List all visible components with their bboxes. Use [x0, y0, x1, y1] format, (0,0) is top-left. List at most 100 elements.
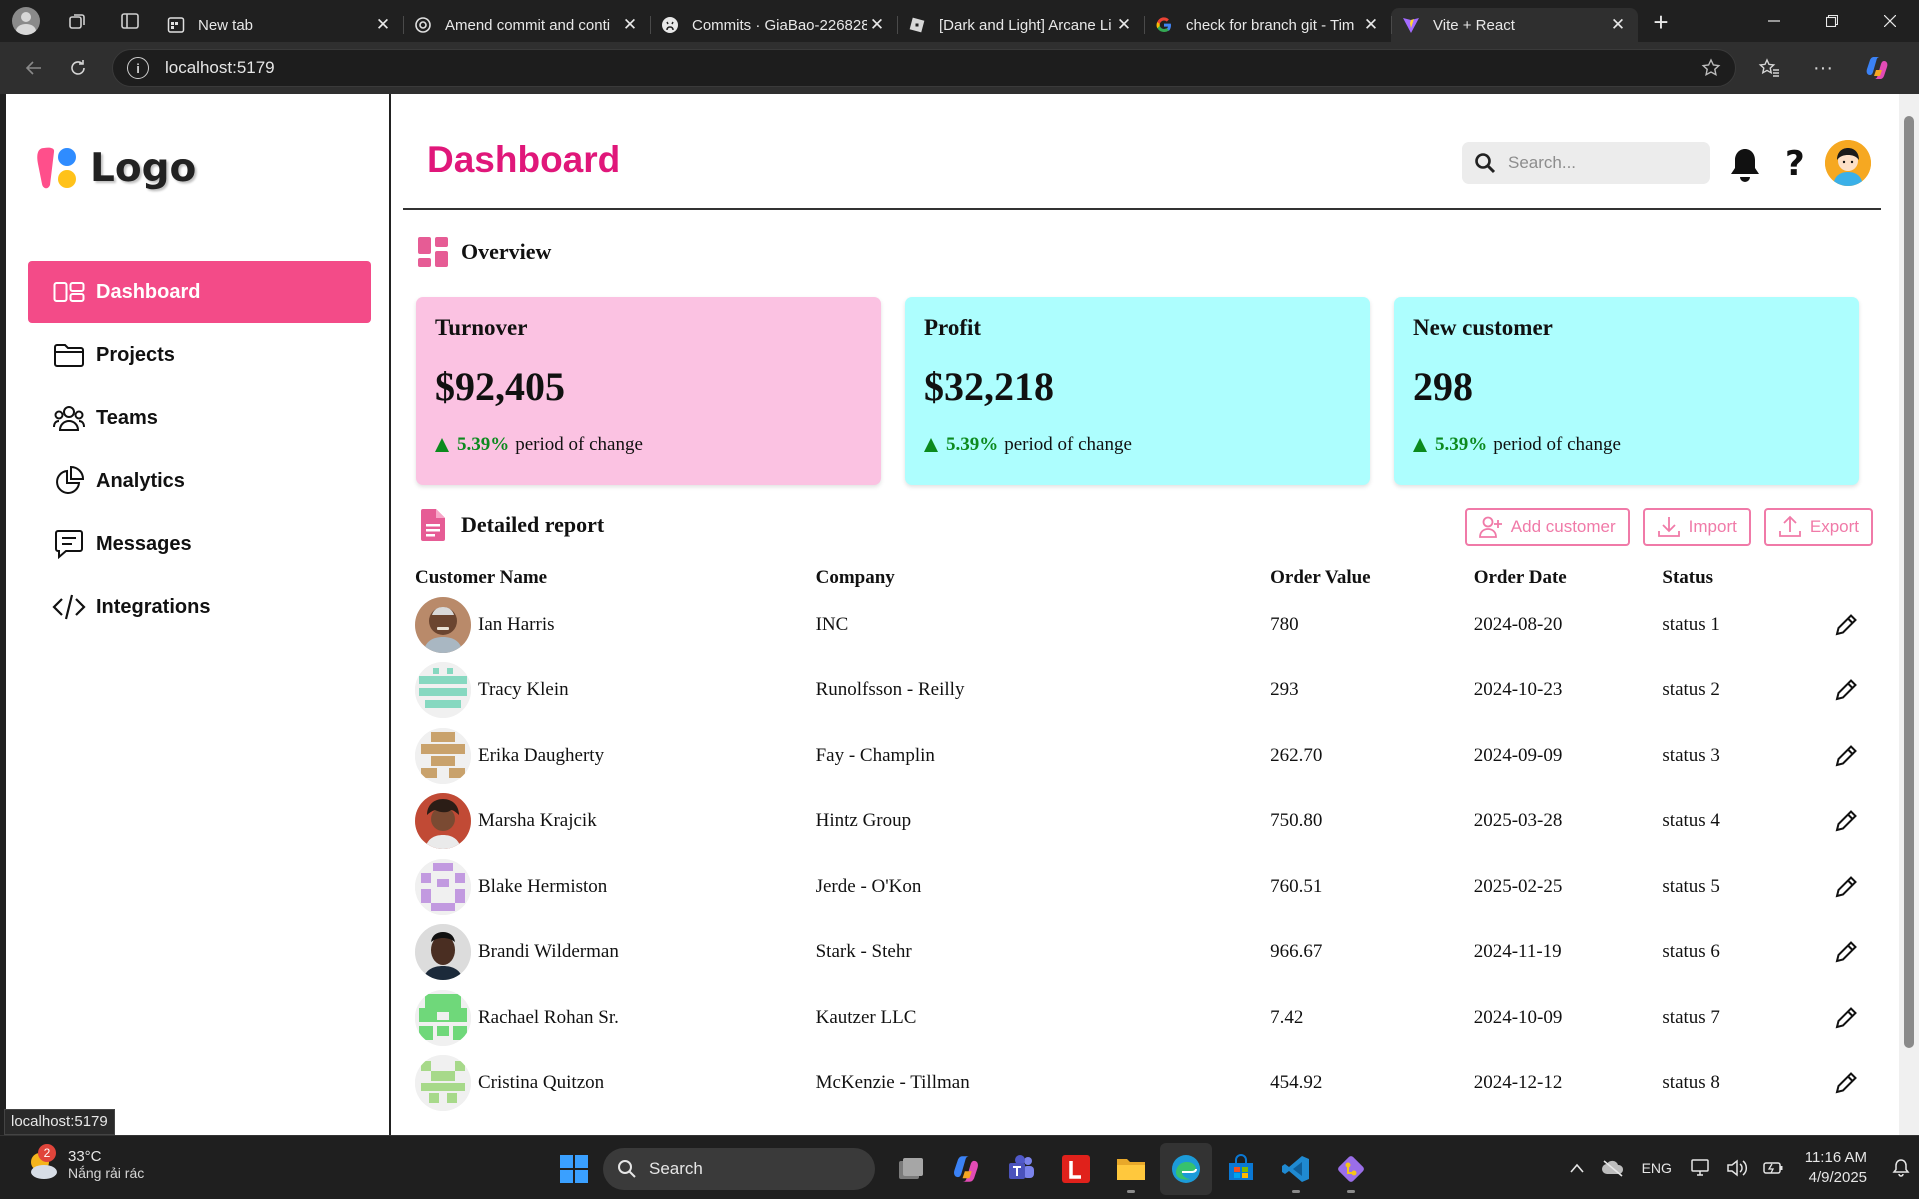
notification-center-button[interactable]	[1885, 1158, 1917, 1178]
search-box[interactable]	[1462, 142, 1710, 184]
close-tab-icon[interactable]: ✕	[620, 15, 640, 35]
lingo-app[interactable]	[1050, 1143, 1102, 1195]
customer-name: Tracy Klein	[478, 679, 569, 701]
sidebar-item-teams[interactable]: Teams	[28, 387, 371, 449]
edit-button[interactable]	[1802, 677, 1891, 703]
clock-date: 4/9/2025	[1808, 1169, 1867, 1186]
order-value-cell: 750.80	[1270, 810, 1323, 832]
windows-taskbar: 2 33°C Nắng rải rác Search ENG 11:16 AM …	[0, 1135, 1919, 1199]
browser-tab[interactable]: check for branch git - Tim ✕	[1144, 8, 1391, 42]
browser-tab[interactable]: Commits · GiaBao-226828 ✕	[650, 8, 897, 42]
user-avatar[interactable]	[1825, 140, 1871, 186]
taskbar-search[interactable]: Search	[603, 1148, 875, 1190]
edge-app[interactable]	[1160, 1143, 1212, 1195]
onedrive-icon[interactable]	[1597, 1159, 1629, 1177]
copilot-icon	[954, 1156, 978, 1182]
edit-button[interactable]	[1802, 1005, 1891, 1031]
close-tab-icon[interactable]: ✕	[373, 15, 393, 35]
export-button[interactable]: Export	[1763, 508, 1873, 546]
browser-profile-button[interactable]	[0, 0, 52, 42]
table-row: Marsha Krajcik Hintz Group 750.80 2025-0…	[415, 789, 1891, 855]
more-options-button[interactable]: ···	[1796, 48, 1850, 88]
store-app[interactable]	[1215, 1143, 1267, 1195]
copilot-app[interactable]	[940, 1143, 992, 1195]
vertical-tabs-button[interactable]	[104, 0, 156, 42]
edit-button[interactable]	[1802, 1070, 1891, 1096]
pencil-icon	[1835, 810, 1858, 832]
task-view-button[interactable]	[885, 1143, 937, 1195]
close-tab-icon[interactable]: ✕	[867, 15, 887, 35]
vscode-app[interactable]	[1270, 1143, 1322, 1195]
close-tab-icon[interactable]: ✕	[1361, 15, 1381, 35]
volume-icon[interactable]	[1721, 1158, 1753, 1178]
sidebar-item-projects[interactable]: Projects	[28, 324, 371, 386]
edit-button[interactable]	[1802, 612, 1891, 638]
new-tab-button[interactable]: +	[1638, 5, 1684, 39]
close-tab-icon[interactable]: ✕	[1608, 15, 1628, 35]
help-icon[interactable]: ?	[1785, 144, 1805, 184]
column-header[interactable]: Customer Name	[415, 564, 816, 592]
sidebar-item-messages[interactable]: Messages	[28, 513, 371, 575]
edit-button[interactable]	[1802, 939, 1891, 965]
taskbar-apps: Search	[548, 1143, 1380, 1195]
column-header[interactable]: Order Value	[1270, 564, 1474, 592]
clock[interactable]: 11:16 AM 4/9/2025	[1805, 1148, 1867, 1188]
network-icon[interactable]	[1685, 1158, 1717, 1178]
close-tab-icon[interactable]: ✕	[1114, 15, 1134, 35]
browser-tab[interactable]: [Dark and Light] Arcane Li ✕	[897, 8, 1144, 42]
close-window-button[interactable]	[1861, 0, 1919, 42]
start-button[interactable]	[548, 1143, 600, 1195]
column-header[interactable]: Company	[816, 564, 1271, 592]
company-cell: Runolfsson - Reilly	[815, 679, 965, 701]
url-bar[interactable]: i localhost:5179	[112, 49, 1736, 87]
close-icon	[1884, 15, 1896, 27]
customer-avatar	[415, 727, 471, 784]
site-info-icon[interactable]: i	[127, 57, 149, 79]
column-header[interactable]: Status	[1662, 564, 1801, 592]
import-button[interactable]: Import	[1642, 508, 1751, 546]
sidebar-item-label: Integrations	[96, 595, 211, 618]
status-cell: status 3	[1662, 744, 1720, 766]
file-explorer-app[interactable]	[1105, 1143, 1157, 1195]
column-header[interactable]: Order Date	[1474, 564, 1663, 592]
git-app[interactable]	[1325, 1143, 1377, 1195]
browser-tab[interactable]: New tab ✕	[156, 8, 403, 42]
status-cell: status 8	[1662, 1072, 1720, 1094]
order-date-cell: 2025-03-28	[1473, 810, 1563, 832]
sidebar-item-analytics[interactable]: Analytics	[28, 450, 371, 512]
add-customer-button[interactable]: Add customer	[1464, 508, 1630, 546]
edit-button[interactable]	[1802, 743, 1891, 769]
customer-cell: Blake Hermiston	[415, 858, 816, 915]
reload-button[interactable]	[56, 46, 100, 90]
add-customer-label: Add customer	[1510, 517, 1616, 536]
sidebar-item-dashboard[interactable]: Dashboard	[28, 261, 371, 323]
copilot-button[interactable]	[1850, 48, 1904, 88]
tab-title: Commits · GiaBao-226828	[692, 16, 867, 34]
restore-icon	[1826, 15, 1838, 27]
restore-button[interactable]	[1803, 0, 1861, 42]
teams-app[interactable]	[995, 1143, 1047, 1195]
search-input[interactable]	[1508, 153, 1698, 173]
grid-icon	[418, 237, 448, 267]
logo[interactable]: Logo	[34, 144, 196, 192]
scrollbar-thumb[interactable]	[1904, 116, 1914, 1048]
edit-button[interactable]	[1802, 874, 1891, 900]
customer-avatar	[415, 1055, 471, 1112]
favorites-button[interactable]	[1742, 48, 1796, 88]
weather-widget[interactable]: 2 33°C Nắng rải rác	[24, 1144, 144, 1182]
edit-button[interactable]	[1802, 808, 1891, 834]
workspaces-button[interactable]	[52, 0, 104, 42]
pencil-icon	[1835, 941, 1858, 963]
browser-tab[interactable]: Amend commit and conti ✕	[403, 8, 650, 42]
input-language[interactable]: ENG	[1633, 1160, 1681, 1176]
battery-icon[interactable]	[1757, 1158, 1789, 1178]
notifications-button[interactable]	[1727, 146, 1763, 189]
show-hidden-icons-button[interactable]	[1561, 1163, 1593, 1173]
minimize-button[interactable]	[1745, 0, 1803, 42]
back-button[interactable]	[12, 46, 56, 90]
sidebar-item-integrations[interactable]: Integrations	[28, 576, 371, 638]
browser-tab-active[interactable]: Vite + React ✕	[1391, 8, 1638, 42]
page-scrollbar[interactable]	[1899, 94, 1919, 1135]
favorite-star-icon[interactable]	[1701, 58, 1721, 78]
order-value-cell: 966.67	[1270, 941, 1323, 963]
